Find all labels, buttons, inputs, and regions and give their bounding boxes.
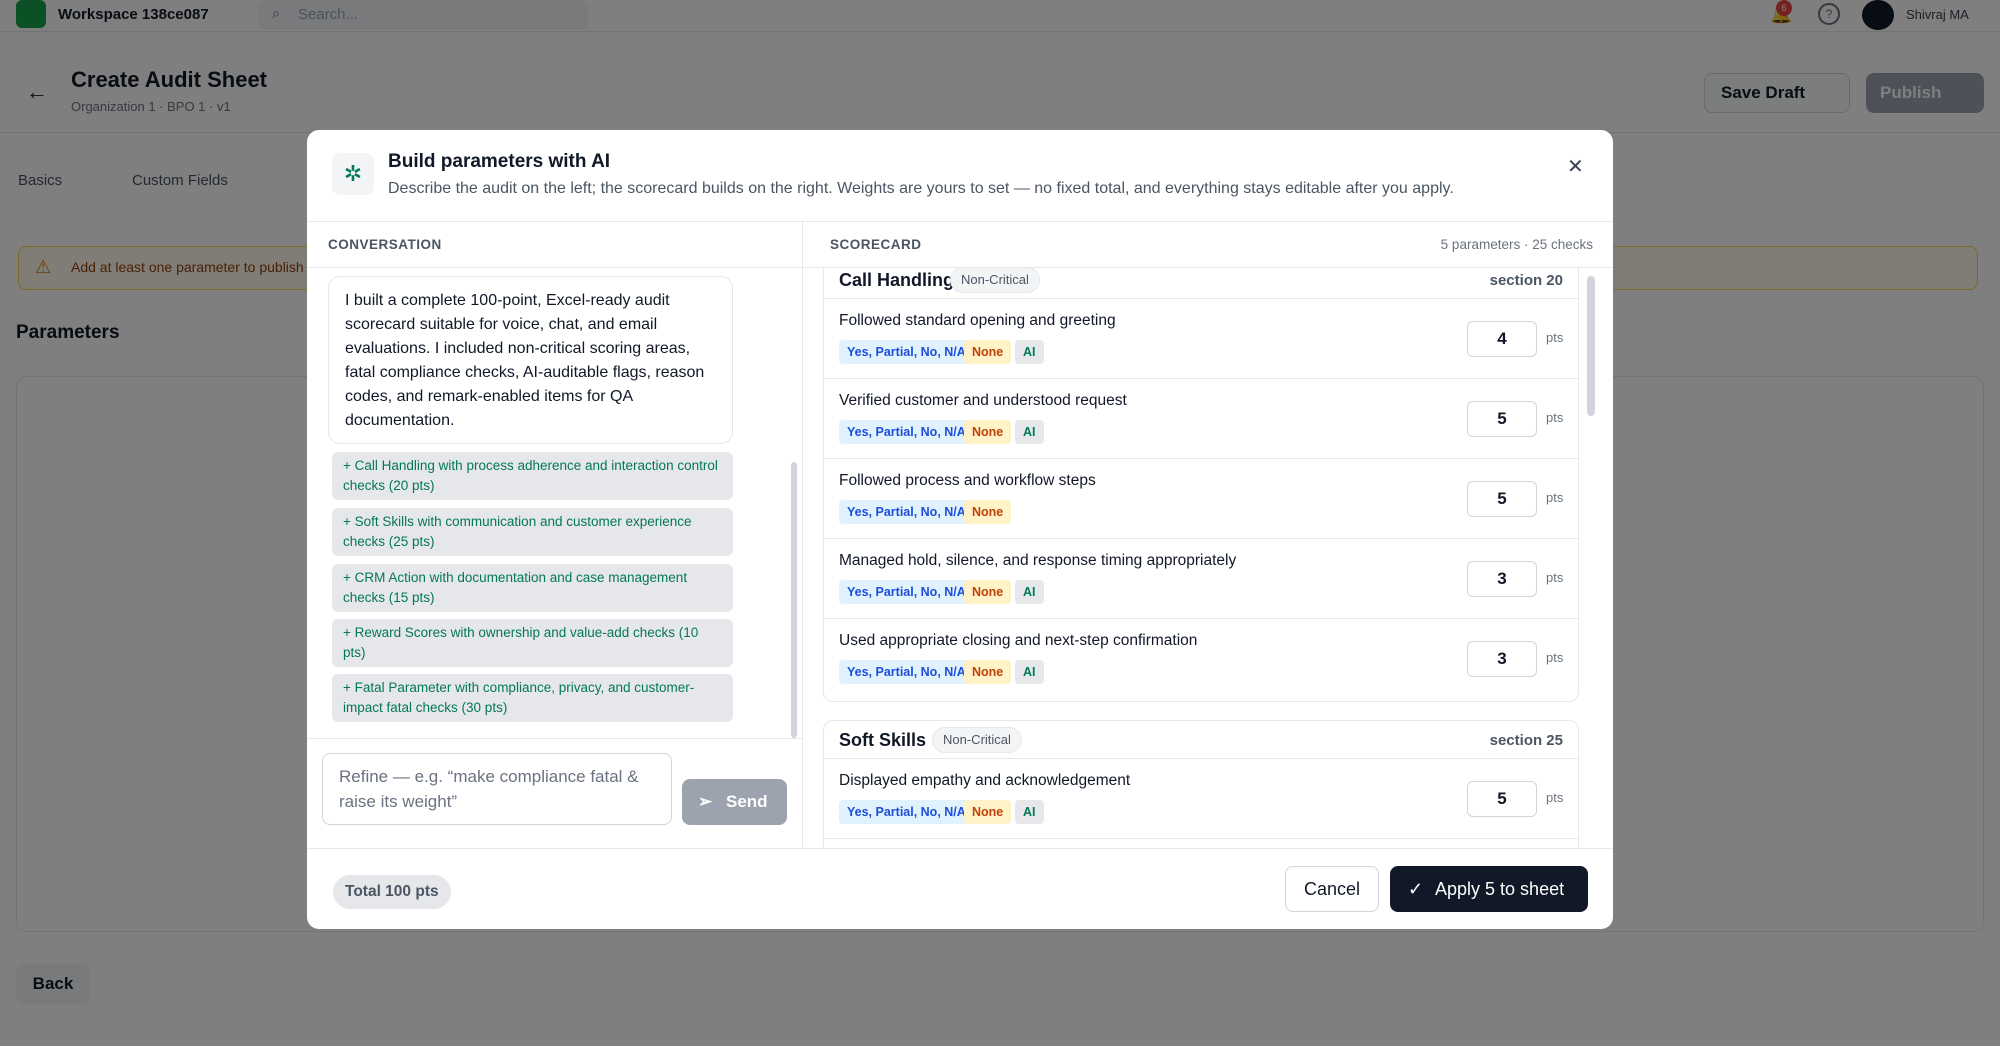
check-label: Displayed empathy and acknowledgement: [839, 772, 1131, 789]
refine-input-row: Refine — e.g. “make compliance fatal & r…: [307, 738, 803, 848]
fatal-chip: None: [964, 420, 1012, 444]
scorecard-header: SCORECARD 5 parameters · 25 checks: [803, 222, 1613, 268]
ai-chip: AI: [1015, 340, 1044, 364]
points-unit: pts: [1546, 410, 1564, 425]
build-parameters-modal: ✲ Build parameters with AI Describe the …: [307, 130, 1613, 929]
scorecard-header-label: SCORECARD: [830, 237, 922, 252]
scorecard-panel: SCORECARD 5 parameters · 25 checks Call …: [803, 222, 1613, 848]
ai-chip: AI: [1015, 420, 1044, 444]
check-row: Used appropriate closing and next-step c…: [824, 619, 1578, 699]
points-input[interactable]: 5: [1467, 481, 1537, 517]
conversation-header: CONVERSATION: [307, 222, 802, 268]
fatal-chip: None: [964, 580, 1012, 604]
apply-to-sheet-button[interactable]: ✓ Apply 5 to sheet: [1390, 866, 1588, 912]
suggestion-item[interactable]: + Call Handling with process adherence a…: [332, 452, 733, 500]
section-header: Soft Skills Non-Critical section 25: [824, 721, 1578, 759]
points-input[interactable]: 4: [1467, 321, 1537, 357]
suggestion-item[interactable]: + CRM Action with documentation and case…: [332, 564, 733, 612]
section-criticality-badge: Non-Critical: [950, 268, 1040, 293]
chat-messages: I built a complete 100-point, Excel-read…: [307, 268, 803, 738]
options-chip: Yes, Partial, No, N/A: [839, 340, 974, 364]
modal-subtitle: Describe the audit on the left; the scor…: [388, 180, 1454, 197]
options-chip: Yes, Partial, No, N/A: [839, 580, 974, 604]
section-header: Call Handling Non-Critical section 20: [824, 268, 1578, 299]
modal-header: ✲ Build parameters with AI Describe the …: [307, 130, 1613, 222]
modal-title: Build parameters with AI: [388, 151, 611, 172]
points-input[interactable]: 5: [1467, 401, 1537, 437]
check-icon: ✓: [1408, 879, 1424, 899]
suggestion-item[interactable]: + Soft Skills with communication and cus…: [332, 508, 733, 556]
ai-chip: AI: [1015, 800, 1044, 824]
check-row: Managed hold, silence, and response timi…: [824, 539, 1578, 619]
fatal-chip: None: [964, 660, 1012, 684]
check-row: Verified customer and understood request…: [824, 379, 1578, 459]
options-chip: Yes, Partial, No, N/A: [839, 420, 974, 444]
check-row: Displayed empathy and acknowledgement Ye…: [824, 759, 1578, 839]
scorecard-list: Call Handling Non-Critical section 20 Fo…: [803, 268, 1613, 848]
section-total: section 20: [1489, 272, 1563, 289]
suggestion-item[interactable]: + Fatal Parameter with compliance, priva…: [332, 674, 733, 722]
check-row: Followed standard opening and greeting Y…: [824, 299, 1578, 379]
sparkle-icon: ✲: [332, 153, 374, 195]
section-call-handling: Call Handling Non-Critical section 20 Fo…: [823, 268, 1579, 702]
points-input[interactable]: 3: [1467, 641, 1537, 677]
cancel-button[interactable]: Cancel: [1285, 866, 1379, 912]
check-label: Used appropriate closing and next-step c…: [839, 632, 1198, 649]
conversation-panel: CONVERSATION I built a complete 100-poin…: [307, 222, 803, 848]
check-row: Followed process and workflow steps Yes,…: [824, 459, 1578, 539]
assistant-message: I built a complete 100-point, Excel-read…: [328, 276, 733, 444]
points-unit: pts: [1546, 650, 1564, 665]
ai-chip: AI: [1015, 660, 1044, 684]
points-unit: pts: [1546, 790, 1564, 805]
conversation-header-label: CONVERSATION: [328, 237, 442, 252]
modal-footer: Total 100 pts Cancel ✓ Apply 5 to sheet: [307, 848, 1613, 929]
ai-chip: AI: [1015, 580, 1044, 604]
send-icon: ➢: [698, 792, 713, 811]
points-unit: pts: [1546, 330, 1564, 345]
check-label: Followed process and workflow steps: [839, 472, 1096, 489]
fatal-chip: None: [964, 340, 1012, 364]
scorecard-meta: 5 parameters · 25 checks: [1440, 237, 1593, 252]
suggestion-item[interactable]: + Reward Scores with ownership and value…: [332, 619, 733, 667]
options-chip: Yes, Partial, No, N/A: [839, 800, 974, 824]
fatal-chip: None: [964, 500, 1012, 524]
points-input[interactable]: 3: [1467, 561, 1537, 597]
section-total: section 25: [1489, 732, 1563, 749]
send-label: Send: [726, 792, 768, 811]
options-chip: Yes, Partial, No, N/A: [839, 500, 974, 524]
points-input[interactable]: 5: [1467, 781, 1537, 817]
section-criticality-badge: Non-Critical: [932, 727, 1022, 753]
send-button[interactable]: ➢ Send: [682, 779, 787, 825]
section-soft-skills: Soft Skills Non-Critical section 25 Disp…: [823, 720, 1579, 848]
chat-scrollbar[interactable]: [791, 462, 797, 738]
check-label: Managed hold, silence, and response timi…: [839, 552, 1237, 569]
close-icon[interactable]: ✕: [1567, 154, 1584, 179]
options-chip: Yes, Partial, No, N/A: [839, 660, 974, 684]
section-name: Soft Skills: [839, 730, 927, 750]
section-name: Call Handling: [839, 270, 955, 290]
check-label: Followed standard opening and greeting: [839, 312, 1116, 329]
points-unit: pts: [1546, 570, 1564, 585]
scorecard-scrollbar[interactable]: [1587, 276, 1595, 416]
check-label: Verified customer and understood request: [839, 392, 1127, 409]
apply-label: Apply 5 to sheet: [1435, 879, 1565, 899]
total-points-badge: Total 100 pts: [333, 875, 451, 909]
fatal-chip: None: [964, 800, 1012, 824]
points-unit: pts: [1546, 490, 1564, 505]
refine-input[interactable]: Refine — e.g. “make compliance fatal & r…: [322, 753, 672, 825]
